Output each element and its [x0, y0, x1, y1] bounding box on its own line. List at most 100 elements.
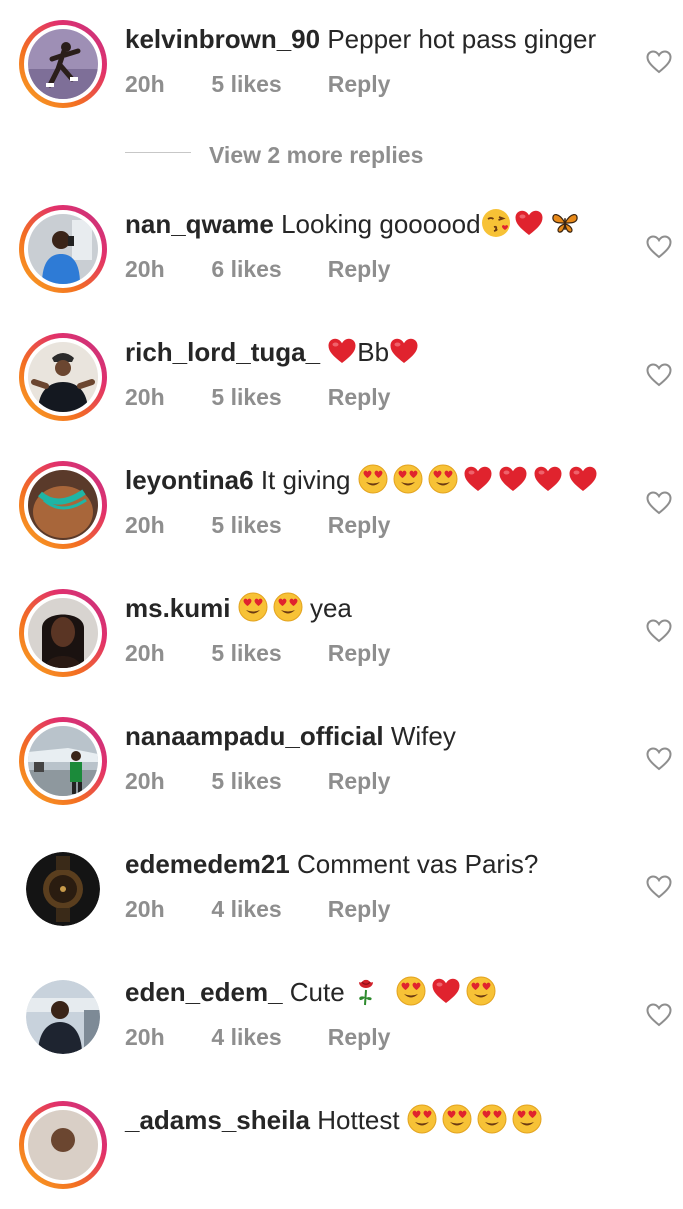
comment-username[interactable]: eden_edem_: [125, 977, 283, 1007]
red-heart-icon: [498, 465, 528, 493]
reply-button[interactable]: Reply: [328, 894, 391, 924]
heart-eyes-icon: [358, 464, 388, 494]
avatar[interactable]: [26, 852, 100, 926]
red-heart-icon: [514, 209, 544, 237]
comment-timestamp: 20h: [125, 384, 165, 410]
comment-text: Wifey: [390, 721, 456, 751]
comment-meta: 20h 5 likes Reply: [125, 382, 390, 412]
comment-username[interactable]: leyontina6: [125, 465, 254, 495]
comment-meta: 20h 6 likes Reply: [125, 254, 390, 284]
comment-text: Pepper hot pass ginger: [327, 24, 597, 54]
comment-item: nan_qwame Looking goooood 20h 6 likes Re…: [0, 185, 683, 313]
comment-likes-count[interactable]: 5 likes: [211, 510, 321, 540]
avatar-photo: [28, 214, 98, 284]
avatar-photo: [26, 980, 100, 1054]
avatar-photo: [28, 726, 98, 796]
avatar[interactable]: [19, 205, 107, 293]
reply-button[interactable]: Reply: [328, 254, 391, 284]
comment-timestamp: 20h: [125, 640, 165, 666]
avatar[interactable]: [19, 1101, 107, 1189]
avatar-photo: [28, 598, 98, 668]
reply-button[interactable]: Reply: [328, 69, 391, 99]
comment-username[interactable]: rich_lord_tuga_: [125, 337, 320, 367]
reply-button[interactable]: Reply: [328, 766, 391, 796]
comment-username[interactable]: _adams_sheila: [125, 1105, 310, 1135]
reply-button[interactable]: Reply: [328, 382, 391, 412]
comment-username[interactable]: nan_qwame: [125, 209, 274, 239]
comment-line: ms.kumi yea: [125, 591, 352, 625]
avatar[interactable]: [26, 980, 100, 1054]
comment-line: kelvinbrown_90 Pepper hot pass ginger: [125, 22, 596, 56]
heart-eyes-icon: [512, 1104, 542, 1134]
red-heart-icon: [327, 337, 357, 365]
comment-username[interactable]: kelvinbrown_90: [125, 24, 320, 54]
comment-text: Comment vas Paris?: [297, 849, 539, 879]
avatar[interactable]: [19, 461, 107, 549]
comment-line: rich_lord_tuga_ Bb: [125, 335, 419, 369]
comment-username[interactable]: nanaampadu_official: [125, 721, 384, 751]
comment-text: Hottest: [317, 1105, 400, 1135]
avatar-photo: [28, 1110, 98, 1180]
heart-outline-icon[interactable]: [646, 747, 672, 771]
view-more-replies-label[interactable]: View 2 more replies: [209, 138, 423, 172]
comment-meta: 20h 4 likes Reply: [125, 1022, 390, 1052]
comment-item: leyontina6 It giving 20h 5 likes Reply: [0, 441, 683, 569]
comment-text: yea: [309, 593, 352, 623]
red-heart-icon: [533, 465, 563, 493]
comment-item: kelvinbrown_90 Pepper hot pass ginger 20…: [0, 0, 683, 128]
heart-outline-icon[interactable]: [646, 363, 672, 387]
comment-likes-count[interactable]: 5 likes: [211, 638, 321, 668]
comment-username[interactable]: edemedem21: [125, 849, 290, 879]
comment-likes-count[interactable]: 4 likes: [211, 894, 321, 924]
red-heart-icon: [431, 977, 461, 1005]
reply-button[interactable]: Reply: [328, 510, 391, 540]
comment-item: eden_edem_ Cute 20h 4 likes Reply: [0, 953, 683, 1081]
comment-likes-count[interactable]: 5 likes: [211, 382, 321, 412]
comment-item: ms.kumi yea 20h 5 likes Reply: [0, 569, 683, 697]
comment-line: eden_edem_ Cute: [125, 975, 496, 1009]
heart-outline-icon[interactable]: [646, 1003, 672, 1027]
comment-line: edemedem21 Comment vas Paris?: [125, 847, 538, 881]
avatar[interactable]: [19, 333, 107, 421]
heart-outline-icon[interactable]: [646, 619, 672, 643]
comment-meta: 20h 5 likes Reply: [125, 766, 390, 796]
comment-item: edemedem21 Comment vas Paris? 20h 4 like…: [0, 825, 683, 953]
comment-likes-count[interactable]: 5 likes: [211, 766, 321, 796]
butterfly-icon: [550, 208, 580, 238]
heart-eyes-icon: [466, 976, 496, 1006]
comment-meta: 20h 5 likes Reply: [125, 638, 390, 668]
avatar-photo: [26, 852, 100, 926]
heart-outline-icon[interactable]: [646, 491, 672, 515]
heart-outline-icon[interactable]: [646, 235, 672, 259]
avatar[interactable]: [19, 717, 107, 805]
heart-eyes-icon: [238, 592, 268, 622]
avatar[interactable]: [19, 589, 107, 677]
heart-eyes-icon: [442, 1104, 472, 1134]
reply-button[interactable]: Reply: [328, 638, 391, 668]
comment-timestamp: 20h: [125, 896, 165, 922]
comment-text: Looking goooood: [281, 209, 481, 239]
comment-likes-count[interactable]: 4 likes: [211, 1022, 321, 1052]
heart-outline-icon[interactable]: [646, 50, 672, 74]
avatar-photo: [28, 470, 98, 540]
comment-username[interactable]: ms.kumi: [125, 593, 231, 623]
comment-line: nanaampadu_official Wifey: [125, 719, 456, 753]
heart-eyes-icon: [396, 976, 426, 1006]
avatar-photo: [28, 342, 98, 412]
comment-line: _adams_sheila Hottest: [125, 1103, 542, 1137]
comment-likes-count[interactable]: 5 likes: [211, 69, 321, 99]
comment-meta: 20h 5 likes Reply: [125, 69, 390, 99]
red-heart-icon: [463, 465, 493, 493]
red-heart-icon: [389, 337, 419, 365]
comment-text: It giving: [260, 465, 351, 495]
reply-button[interactable]: Reply: [328, 1022, 391, 1052]
comment-line: nan_qwame Looking goooood: [125, 207, 580, 241]
comment-timestamp: 20h: [125, 768, 165, 794]
heart-outline-icon[interactable]: [646, 875, 672, 899]
avatar-photo: [28, 29, 98, 99]
comment-line: leyontina6 It giving: [125, 463, 598, 497]
comment-timestamp: 20h: [125, 1024, 165, 1050]
avatar[interactable]: [19, 20, 107, 108]
comment-item: _adams_sheila Hottest: [0, 1081, 683, 1209]
comment-likes-count[interactable]: 6 likes: [211, 254, 321, 284]
